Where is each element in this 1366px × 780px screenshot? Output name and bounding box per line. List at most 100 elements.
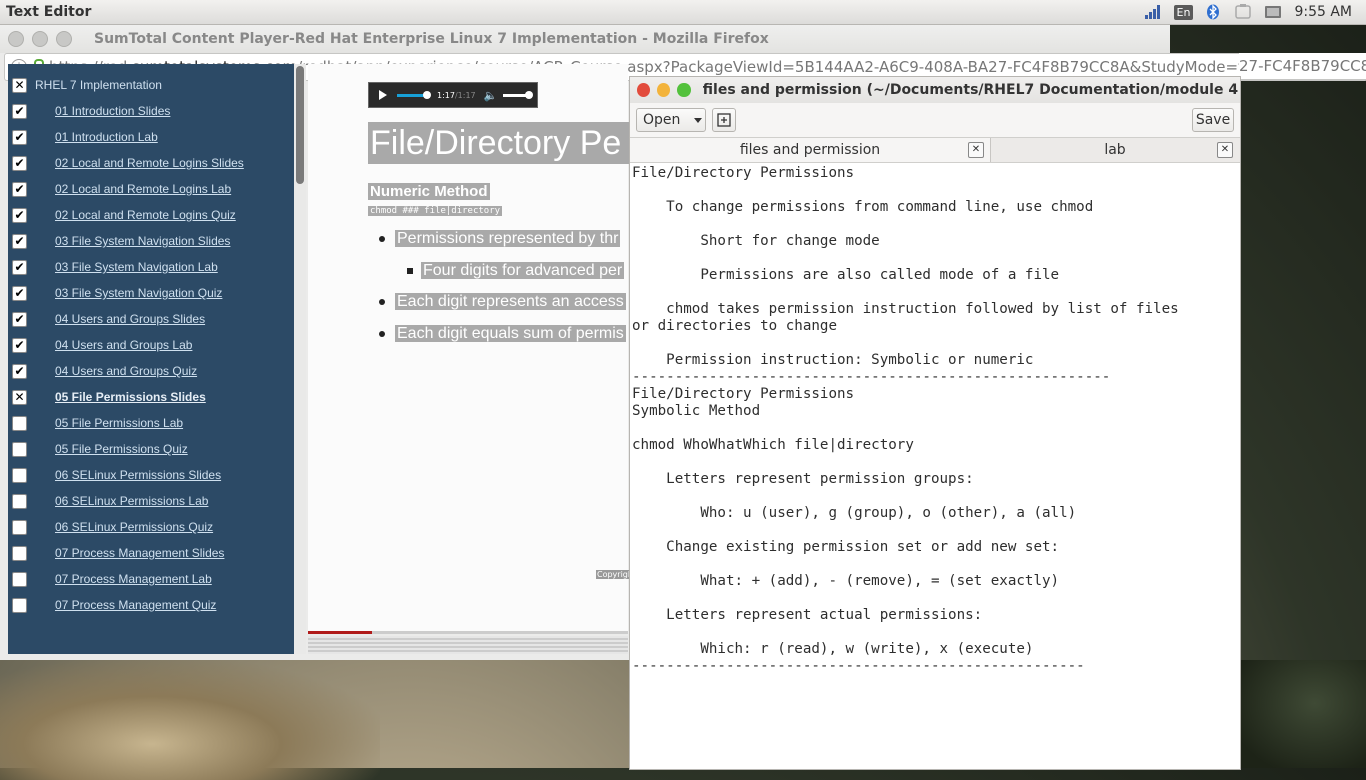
outline-item-label[interactable]: 01 Introduction Lab (55, 130, 158, 144)
outline-item-label[interactable]: 04 Users and Groups Quiz (55, 364, 197, 378)
outline-item-label[interactable]: 02 Local and Remote Logins Quiz (55, 208, 236, 222)
checkbox-checked-icon[interactable]: ✔ (12, 311, 27, 327)
document-text[interactable]: File/Directory Permissions To change per… (630, 163, 1240, 675)
open-button[interactable]: Open (636, 108, 706, 132)
keyboard-layout-icon[interactable]: En (1173, 4, 1194, 20)
checkbox-checked-icon[interactable]: ✔ (12, 259, 27, 275)
outline-item[interactable]: 06 SELinux Permissions Slides (8, 462, 294, 488)
tab-lab[interactable]: lab ✕ (991, 138, 1239, 162)
wallpaper (0, 660, 380, 780)
outline-item[interactable]: 07 Process Management Slides (8, 540, 294, 566)
outline-item[interactable]: 05 File Permissions Lab (8, 410, 294, 436)
checkbox-checked-icon[interactable]: ✔ (12, 233, 27, 249)
close-icon[interactable]: ✕ (968, 142, 984, 158)
firefox-titlebar[interactable]: SumTotal Content Player-Red Hat Enterpri… (0, 25, 1170, 53)
new-tab-button[interactable] (712, 108, 736, 132)
outline-item-label[interactable]: 06 SELinux Permissions Slides (55, 468, 221, 482)
audio-seek-bar[interactable] (397, 90, 431, 99)
outline-item-label[interactable]: 02 Local and Remote Logins Lab (55, 182, 231, 196)
outline-item-label[interactable]: 05 File Permissions Lab (55, 416, 183, 430)
outline-item-label[interactable]: 03 File System Navigation Lab (55, 260, 218, 274)
slide-area: 1:17/1:17 🔈 File/Directory Pe Numeric Me… (308, 64, 634, 634)
checkbox-checked-icon[interactable]: ✔ (12, 129, 27, 145)
outline-item[interactable]: 07 Process Management Quiz (8, 592, 294, 618)
maximize-button[interactable] (56, 31, 72, 47)
open-label: Open (643, 112, 681, 128)
outline-item[interactable]: ✔ 03 File System Navigation Lab (8, 254, 294, 280)
text-editor-area[interactable]: File/Directory Permissions To change per… (630, 163, 1240, 769)
outline-item[interactable]: ✔ 01 Introduction Lab (8, 124, 294, 150)
checkbox-checked-icon[interactable]: ✔ (12, 337, 27, 353)
close-button[interactable] (637, 83, 651, 97)
checkbox-empty-icon[interactable] (12, 493, 27, 509)
network-signal-icon[interactable] (1144, 4, 1162, 20)
outline-item[interactable]: 07 Process Management Lab (8, 566, 294, 592)
outline-item-label[interactable]: 01 Introduction Slides (55, 104, 170, 118)
tab-files-and-permission[interactable]: files and permission ✕ (630, 138, 991, 162)
outline-item-label[interactable]: 07 Process Management Slides (55, 546, 224, 560)
save-button[interactable]: Save (1192, 108, 1234, 132)
battery-icon[interactable] (1234, 4, 1252, 20)
audio-player: 1:17/1:17 🔈 (368, 82, 538, 108)
checkbox-checked-icon[interactable]: ✔ (12, 103, 27, 119)
outline-item[interactable]: ✔ 04 Users and Groups Quiz (8, 358, 294, 384)
outline-item-label[interactable]: 03 File System Navigation Quiz (55, 286, 222, 300)
outline-root[interactable]: ✕ RHEL 7 Implementation (8, 72, 294, 98)
volume-icon[interactable]: 🔈 (484, 89, 498, 102)
outline-item[interactable]: 05 File Permissions Quiz (8, 436, 294, 462)
slide-title: File/Directory Pe (368, 122, 630, 164)
outline-item-label[interactable]: 06 SELinux Permissions Lab (55, 494, 208, 508)
checkbox-checked-icon[interactable]: ✔ (12, 155, 27, 171)
outline-item[interactable]: ✕ 05 File Permissions Slides (8, 384, 294, 410)
checkbox-checked-icon[interactable]: ✔ (12, 207, 27, 223)
outline-item-label[interactable]: 04 Users and Groups Slides (55, 312, 205, 326)
outline-item-label[interactable]: 07 Process Management Quiz (55, 598, 216, 612)
minimize-button[interactable] (657, 83, 671, 97)
close-icon[interactable]: ✕ (1217, 142, 1233, 158)
outline-item-label[interactable]: RHEL 7 Implementation (35, 78, 162, 92)
outline-item[interactable]: ✔ 02 Local and Remote Logins Slides (8, 150, 294, 176)
close-button[interactable] (8, 31, 24, 47)
checkbox-empty-icon[interactable] (12, 571, 27, 587)
outline-item-label[interactable]: 02 Local and Remote Logins Slides (55, 156, 244, 170)
outline-item[interactable]: ✔ 01 Introduction Slides (8, 98, 294, 124)
volume-slider[interactable] (503, 90, 534, 99)
outline-item[interactable]: ✔ 02 Local and Remote Logins Lab (8, 176, 294, 202)
outline-scrollbar[interactable] (294, 64, 306, 654)
outline-item[interactable]: 06 SELinux Permissions Lab (8, 488, 294, 514)
new-document-icon (717, 113, 731, 127)
checkbox-x-icon[interactable]: ✕ (12, 389, 27, 405)
outline-item-label[interactable]: 05 File Permissions Slides (55, 390, 206, 404)
tab-bar: files and permission ✕ lab ✕ (630, 137, 1240, 163)
outline-item-label[interactable]: 06 SELinux Permissions Quiz (55, 520, 213, 534)
outline-item-label[interactable]: 04 Users and Groups Lab (55, 338, 192, 352)
checkbox-empty-icon[interactable] (12, 441, 27, 457)
checkbox-checked-icon[interactable]: ✔ (12, 363, 27, 379)
checkbox-empty-icon[interactable] (12, 467, 27, 483)
checkbox-empty-icon[interactable] (12, 519, 27, 535)
outline-item[interactable]: 06 SELinux Permissions Quiz (8, 514, 294, 540)
scrollbar-thumb[interactable] (296, 66, 304, 184)
outline-item[interactable]: ✔ 03 File System Navigation Slides (8, 228, 294, 254)
outline-item-label[interactable]: 05 File Permissions Quiz (55, 442, 188, 456)
gedit-titlebar[interactable]: files and permission (~/Documents/RHEL7 … (630, 77, 1240, 103)
checkbox-empty-icon[interactable] (12, 415, 27, 431)
clock[interactable]: 9:55 AM (1294, 4, 1352, 20)
outline-item-label[interactable]: 03 File System Navigation Slides (55, 234, 230, 248)
checkbox-x-icon[interactable]: ✕ (12, 77, 27, 93)
checkbox-checked-icon[interactable]: ✔ (12, 181, 27, 197)
checkbox-empty-icon[interactable] (12, 545, 27, 561)
maximize-button[interactable] (677, 83, 691, 97)
outline-item-label[interactable]: 07 Process Management Lab (55, 572, 212, 586)
outline-item[interactable]: ✔ 04 Users and Groups Slides (8, 306, 294, 332)
outline-item[interactable]: ✔ 03 File System Navigation Quiz (8, 280, 294, 306)
checkbox-checked-icon[interactable]: ✔ (12, 285, 27, 301)
bluetooth-icon[interactable] (1204, 4, 1222, 20)
slide-progress[interactable] (308, 631, 628, 634)
sound-icon[interactable] (1264, 4, 1282, 20)
checkbox-empty-icon[interactable] (12, 597, 27, 613)
play-icon[interactable] (379, 90, 387, 100)
outline-item[interactable]: ✔ 02 Local and Remote Logins Quiz (8, 202, 294, 228)
outline-item[interactable]: ✔ 04 Users and Groups Lab (8, 332, 294, 358)
minimize-button[interactable] (32, 31, 48, 47)
